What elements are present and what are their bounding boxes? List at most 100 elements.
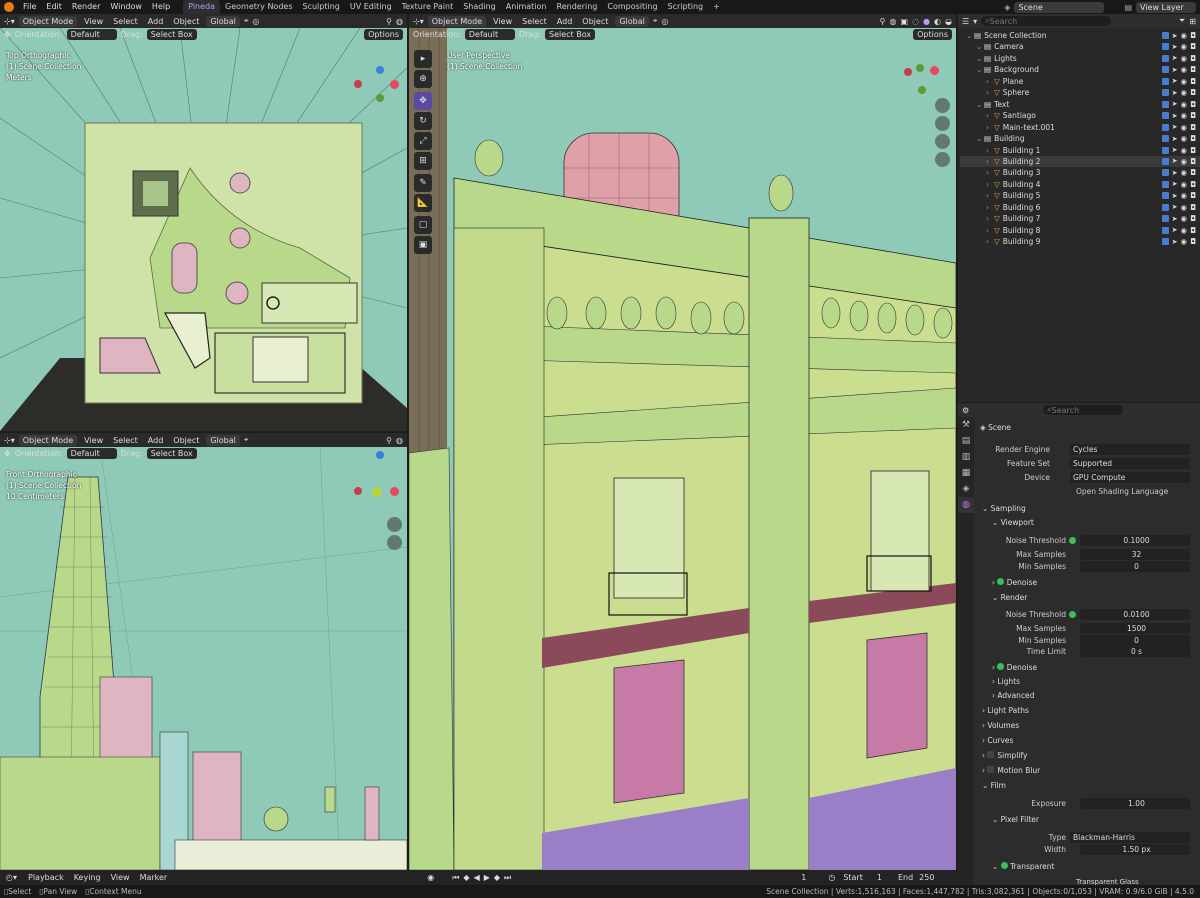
options-dropdown[interactable]: Options [364, 29, 403, 40]
visibility-eye-icon[interactable]: ◉ [1181, 65, 1188, 74]
render-camera-icon[interactable]: ◘ [1190, 65, 1196, 74]
orientation-dropdown[interactable]: Default [66, 448, 117, 459]
workspace-tab-scripting[interactable]: Scripting [663, 0, 709, 14]
menu-object[interactable]: Object [579, 17, 611, 26]
expand-arrow-icon[interactable]: › [986, 214, 994, 223]
render-camera-icon[interactable]: ◘ [1190, 134, 1196, 143]
world-tab-icon[interactable]: ◍ [958, 497, 974, 513]
exclude-checkbox-icon[interactable] [1161, 180, 1169, 188]
add-cube-tool-icon[interactable]: ▢ [414, 216, 432, 234]
render-camera-icon[interactable]: ◘ [1190, 111, 1196, 120]
expand-arrow-icon[interactable]: ⌄ [976, 134, 984, 143]
menu-view[interactable]: View [490, 17, 515, 26]
editor-type-icon[interactable]: ⊹▾ [4, 436, 15, 445]
expand-arrow-icon[interactable]: › [986, 88, 994, 97]
outliner-row[interactable]: › ▽ Building 8 ➤ ◉ ◘ [960, 225, 1200, 236]
prev-key-icon[interactable]: ◆ [463, 873, 469, 882]
next-key-icon[interactable]: ◆ [494, 873, 500, 882]
jump-start-icon[interactable]: ⏮ [452, 873, 459, 883]
viewport-subsection[interactable]: ⌄ Viewport [992, 518, 1034, 527]
current-frame-field[interactable]: 1 [801, 873, 806, 882]
selectable-icon[interactable]: ➤ [1172, 226, 1178, 234]
exclude-checkbox-icon[interactable] [1161, 32, 1169, 39]
exclude-checkbox-icon[interactable] [1161, 89, 1169, 97]
gizmo-icon[interactable]: ⚲ [386, 436, 392, 445]
render-camera-icon[interactable]: ◘ [1190, 157, 1196, 166]
pan-icon[interactable] [387, 535, 402, 550]
funnel-icon[interactable]: ⏷ [1179, 16, 1185, 26]
visibility-eye-icon[interactable]: ◉ [1181, 88, 1188, 97]
exclude-checkbox-icon[interactable] [1161, 238, 1169, 246]
end-field[interactable]: 250 [919, 873, 934, 882]
selectable-icon[interactable]: ➤ [1172, 180, 1178, 188]
outliner-row[interactable]: › ▽ Building 1 ➤ ◉ ◘ [960, 145, 1200, 156]
menu-view[interactable]: View [81, 436, 106, 445]
expand-arrow-icon[interactable]: › [986, 226, 994, 235]
feature-set-dropdown[interactable]: Supported [1070, 457, 1190, 469]
zoom-icon[interactable] [387, 517, 402, 532]
properties-editor-icon[interactable]: ⚙ [962, 406, 969, 415]
new-collection-icon[interactable]: ⊞ [1189, 17, 1196, 26]
outliner-row[interactable]: › ▽ Building 3 ➤ ◉ ◘ [960, 167, 1200, 178]
menu-window[interactable]: Window [105, 0, 147, 14]
editor-type-icon[interactable]: ⊹▾ [4, 17, 15, 26]
menu-object[interactable]: Object [170, 17, 202, 26]
shading-solid-icon[interactable]: ● [923, 17, 930, 26]
exclude-checkbox-icon[interactable] [1161, 215, 1169, 223]
outliner-row[interactable]: › ▽ Plane ➤ ◉ ◘ [960, 76, 1200, 87]
selectable-icon[interactable]: ➤ [1172, 203, 1178, 211]
film-section[interactable]: ⌄ Film [982, 781, 1006, 790]
object-mode-dropdown[interactable]: Object Mode [18, 15, 78, 27]
outliner-row[interactable]: ⌄ ▤ Camera ➤ ◉ ◘ [960, 41, 1200, 52]
blender-logo-icon[interactable] [4, 2, 14, 12]
snap-icon[interactable]: ⌖ [653, 16, 658, 26]
marker-menu[interactable]: Marker [140, 873, 168, 882]
visibility-eye-icon[interactable]: ◉ [1181, 42, 1188, 51]
sampling-section[interactable]: ⌄ Sampling [982, 504, 1026, 513]
pixel-filter-subsection[interactable]: ⌄ Pixel Filter [992, 815, 1039, 824]
r-noise-threshold-field[interactable]: 0.0100 [1080, 608, 1190, 620]
menu-edit[interactable]: Edit [41, 0, 67, 14]
play-icon[interactable]: ▶ [484, 873, 490, 882]
outliner-row[interactable]: ⌄ ▤ Background ➤ ◉ ◘ [960, 64, 1200, 75]
options-dropdown[interactable]: Options [913, 29, 952, 40]
zoom-icon[interactable] [935, 98, 950, 113]
viewport-user-perspective[interactable]: User Perspective (1) Scene Collection [409, 28, 956, 870]
light-paths-section[interactable]: › Light Paths [982, 706, 1029, 715]
render-camera-icon[interactable]: ◘ [1190, 100, 1196, 109]
denoise-checkbox[interactable] [997, 578, 1005, 585]
scene-tab-icon[interactable]: ◈ [958, 481, 974, 497]
outliner-row[interactable]: › ▽ Sphere ➤ ◉ ◘ [960, 87, 1200, 98]
expand-arrow-icon[interactable]: ⌄ [976, 42, 984, 51]
exclude-checkbox-icon[interactable] [1161, 100, 1169, 108]
exclude-checkbox-icon[interactable] [1161, 203, 1169, 211]
menu-add[interactable]: Add [145, 17, 167, 26]
outliner-search-input[interactable]: ⌕ Search [981, 16, 1112, 26]
render-camera-icon[interactable]: ◘ [1190, 54, 1196, 63]
render-camera-icon[interactable]: ◘ [1190, 77, 1196, 86]
timeline-editor-icon[interactable]: ◴▾ [6, 873, 17, 882]
exclude-checkbox-icon[interactable] [1161, 123, 1169, 131]
render-camera-icon[interactable]: ◘ [1190, 180, 1196, 189]
expand-arrow-icon[interactable]: ⌄ [966, 31, 974, 40]
visibility-eye-icon[interactable]: ◉ [1181, 134, 1188, 143]
record-icon[interactable]: ◉ [427, 873, 434, 882]
noise-threshold-checkbox[interactable] [1069, 536, 1076, 544]
overlay-icon[interactable]: ◍ [890, 17, 897, 26]
visibility-eye-icon[interactable]: ◉ [1181, 77, 1188, 86]
navigation-gizmo[interactable] [904, 64, 954, 104]
transparent-subsection[interactable]: ⌄ Transparent [992, 862, 1054, 871]
filter-width-field[interactable]: 1.50 px [1080, 843, 1190, 855]
filter-type-dropdown[interactable]: Blackman-Harris [1070, 831, 1190, 843]
outliner-row[interactable]: › ▽ Building 2 ➤ ◉ ◘ [960, 155, 1200, 167]
motion-blur-section[interactable]: › Motion Blur [982, 766, 1040, 775]
denoise-checkbox[interactable] [997, 663, 1005, 670]
overlay-icon[interactable]: ◍ [396, 17, 403, 26]
vp-denoise-subsection[interactable]: › Denoise [992, 578, 1037, 587]
xray-icon[interactable]: ▣ [901, 17, 909, 26]
object-mode-dropdown[interactable]: Object Mode [427, 15, 487, 27]
exclude-checkbox-icon[interactable] [1161, 226, 1169, 234]
move-tool-icon[interactable]: ✥ [414, 92, 432, 110]
exclude-checkbox-icon[interactable] [1161, 192, 1169, 200]
visibility-eye-icon[interactable]: ◉ [1181, 54, 1188, 63]
